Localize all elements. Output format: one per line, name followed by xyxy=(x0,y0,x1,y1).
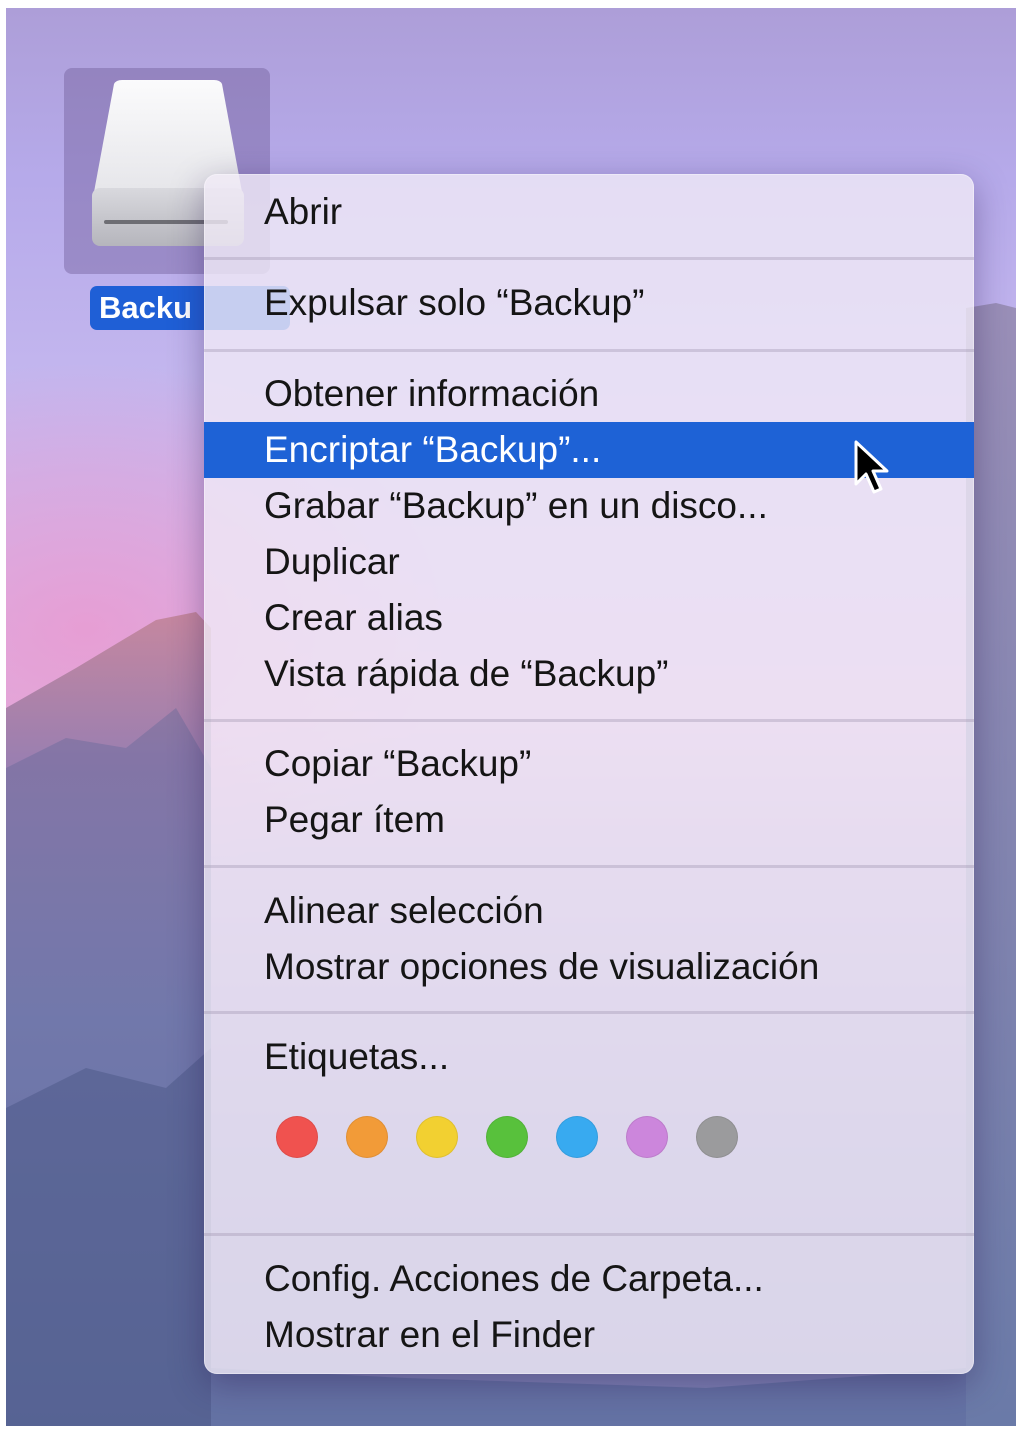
menu-item-copiar[interactable]: Copiar “Backup” xyxy=(204,736,974,792)
tag-gray[interactable] xyxy=(696,1116,738,1158)
menu-item-crear-alias[interactable]: Crear alias xyxy=(204,590,974,646)
menu-item-alinear-seleccion[interactable]: Alinear selección xyxy=(204,883,974,939)
menu-item-obtener-informacion[interactable]: Obtener información xyxy=(204,366,974,422)
context-menu: Abrir Expulsar solo “Backup” Obtener inf… xyxy=(204,174,974,1374)
arrow-pointer-icon xyxy=(854,440,889,494)
menu-item-duplicar[interactable]: Duplicar xyxy=(204,534,974,590)
menu-item-vista-rapida[interactable]: Vista rápida de “Backup” xyxy=(204,646,974,702)
menu-separator xyxy=(204,1233,974,1236)
menu-item-etiquetas[interactable]: Etiquetas... xyxy=(204,1029,974,1085)
menu-separator xyxy=(204,865,974,868)
menu-separator xyxy=(204,349,974,352)
menu-separator xyxy=(204,1011,974,1014)
tag-blue[interactable] xyxy=(556,1116,598,1158)
menu-item-abrir[interactable]: Abrir xyxy=(204,184,974,240)
menu-item-mostrar-finder[interactable]: Mostrar en el Finder xyxy=(204,1307,974,1363)
tag-green[interactable] xyxy=(486,1116,528,1158)
menu-separator xyxy=(204,257,974,260)
tag-red[interactable] xyxy=(276,1116,318,1158)
menu-separator xyxy=(204,719,974,722)
menu-item-pegar-item[interactable]: Pegar ítem xyxy=(204,792,974,848)
tag-yellow[interactable] xyxy=(416,1116,458,1158)
desktop: Backu Abrir Expulsar solo “Backup” Obten… xyxy=(6,8,1016,1426)
menu-item-opciones-visualizacion[interactable]: Mostrar opciones de visualización xyxy=(204,939,974,995)
menu-item-expulsar[interactable]: Expulsar solo “Backup” xyxy=(204,275,974,331)
tag-purple[interactable] xyxy=(626,1116,668,1158)
menu-item-acciones-carpeta[interactable]: Config. Acciones de Carpeta... xyxy=(204,1251,974,1307)
tag-orange[interactable] xyxy=(346,1116,388,1158)
